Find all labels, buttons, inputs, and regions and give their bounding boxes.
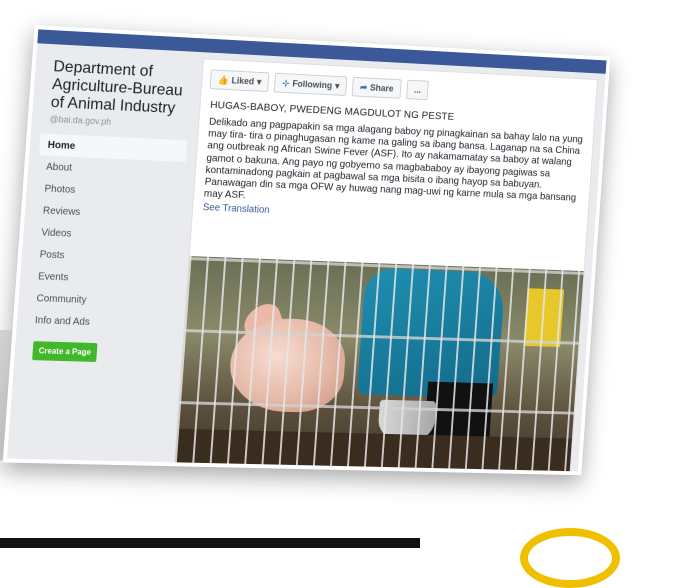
page-title[interactable]: Department of Agriculture-Bureau of Anim… — [50, 58, 193, 118]
more-options-button[interactable]: ... — [405, 79, 430, 101]
chevron-down-icon: ▾ — [334, 80, 340, 91]
page-nav: Home About Photos Reviews Videos Posts E… — [26, 133, 188, 336]
following-label: Following — [292, 78, 333, 91]
thumbs-up-icon: 👍 — [217, 74, 230, 85]
chevron-down-icon: ▾ — [256, 76, 262, 87]
screenshot-card: Department of Agriculture-Bureau of Anim… — [0, 8, 648, 501]
nav-item-info-and-ads[interactable]: Info and Ads — [26, 309, 175, 336]
post-content: HUGAS-BABOY, PWEDENG MAGDULOT NG PESTE D… — [202, 99, 585, 229]
photo-cage-bars — [174, 256, 584, 476]
rss-icon: ⊹ — [282, 77, 290, 88]
share-button[interactable]: ➦ Share — [351, 76, 402, 99]
bottom-dark-band-decoration — [0, 538, 420, 548]
post-body: Delikado ang pagpapakin sa mga alagang b… — [203, 116, 584, 204]
share-label: Share — [369, 82, 394, 94]
liked-button[interactable]: 👍 Liked ▾ — [209, 69, 270, 93]
post-area: 👍 Liked ▾ ⊹ Following ▾ ➦ Share ... HUGA… — [173, 58, 598, 476]
liked-label: Liked — [231, 75, 255, 87]
page-action-bar: 👍 Liked ▾ ⊹ Following ▾ ➦ Share ... — [209, 69, 430, 102]
page-sidebar: Department of Agriculture-Bureau of Anim… — [18, 50, 194, 452]
following-button[interactable]: ⊹ Following ▾ — [274, 72, 348, 97]
bottom-yellow-ring-decoration — [520, 528, 620, 588]
create-page-button[interactable]: Create a Page — [32, 341, 98, 362]
share-arrow-icon: ➦ — [359, 81, 368, 92]
post-photo[interactable] — [174, 256, 584, 476]
facebook-page-card: Department of Agriculture-Bureau of Anim… — [2, 25, 611, 476]
